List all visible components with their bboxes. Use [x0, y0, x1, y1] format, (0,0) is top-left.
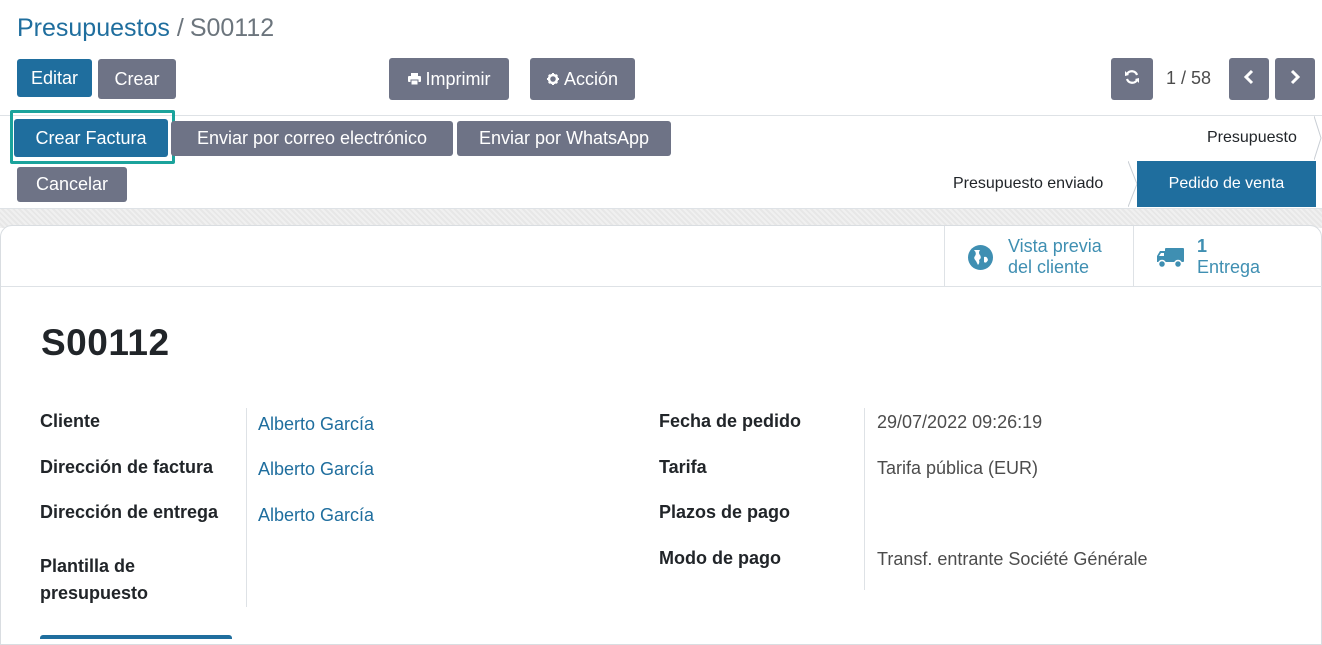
- gear-icon: [546, 69, 559, 90]
- invoice-address-label: Dirección de factura: [40, 457, 214, 477]
- next-section-button-edge[interactable]: [40, 635, 232, 639]
- smart-button-box: Vista previa del cliente 1 Entrega: [1, 226, 1322, 287]
- customer-value[interactable]: Alberto García: [258, 412, 374, 436]
- action-button[interactable]: Acción: [530, 58, 635, 100]
- breadcrumb: Presupuestos / S00112: [17, 12, 274, 44]
- print-button[interactable]: Imprimir: [389, 58, 509, 100]
- chevron-right-icon: [1289, 69, 1301, 90]
- stage-quotation-sent[interactable]: Presupuesto enviado: [953, 175, 1103, 193]
- right-field-divider: [864, 408, 865, 590]
- pricelist-label: Tarifa: [659, 457, 707, 477]
- left-field-divider: [246, 408, 247, 607]
- pager-previous-button[interactable]: [1229, 58, 1269, 100]
- breadcrumb-parent-link[interactable]: Presupuestos: [17, 14, 170, 42]
- cancel-button[interactable]: Cancelar: [17, 167, 127, 202]
- highlight-frame: [10, 110, 175, 164]
- cancel-label: Cancelar: [35, 174, 109, 194]
- record-title: S00112: [41, 322, 170, 363]
- delivery-text: 1 Entrega: [1197, 236, 1260, 278]
- delivery-button[interactable]: 1 Entrega: [1133, 226, 1322, 286]
- stage-sales-order[interactable]: Pedido de venta: [1137, 161, 1316, 207]
- customer-preview-text: Vista previa del cliente: [1008, 236, 1102, 278]
- control-panel: Presupuestos / S00112 Editar Crear Imprimi…: [0, 0, 1322, 115]
- invoice-address-value[interactable]: Alberto García: [258, 457, 374, 481]
- globe-icon: [967, 244, 994, 276]
- customer-label: Cliente: [40, 411, 101, 431]
- create-button-label: Crear: [114, 68, 160, 89]
- customer-preview-line1: Vista previa: [1008, 236, 1102, 256]
- pager-next-button[interactable]: [1275, 58, 1315, 100]
- delivery-label: Entrega: [1197, 257, 1261, 277]
- stage-quotation-edge: [1313, 115, 1322, 161]
- print-icon: [407, 69, 421, 90]
- delivery-address-label: Dirección de entrega: [40, 502, 219, 522]
- payment-terms-label: Plazos de pago: [659, 502, 791, 522]
- truck-icon: [1156, 246, 1185, 275]
- customer-preview-line2: del cliente: [1008, 257, 1090, 277]
- edit-button[interactable]: Editar: [17, 59, 92, 97]
- action-button-label: Acción: [563, 68, 619, 89]
- refresh-icon: [1124, 69, 1140, 90]
- stage-sales-order-label: Pedido de venta: [1168, 175, 1285, 192]
- delivery-count: 1: [1197, 236, 1208, 256]
- quote-template-label: Plantilla de presupuesto: [40, 556, 149, 603]
- send-email-button[interactable]: Enviar por correo electrónico: [171, 121, 453, 156]
- pricelist-value[interactable]: Tarifa pública (EUR): [877, 456, 1038, 480]
- send-email-label: Enviar por correo electrónico: [196, 128, 428, 148]
- breadcrumb-separator: /: [176, 14, 184, 42]
- send-whatsapp-button[interactable]: Enviar por WhatsApp: [457, 121, 671, 156]
- pager-value[interactable]: 1 / 58: [1166, 66, 1211, 90]
- breadcrumb-current: S00112: [189, 14, 275, 42]
- payment-mode-value[interactable]: Transf. entrante Société Générale: [877, 547, 1147, 571]
- chevron-left-icon: [1243, 69, 1255, 90]
- edit-button-label: Editar: [30, 67, 79, 88]
- send-whatsapp-label: Enviar por WhatsApp: [478, 128, 650, 148]
- customer-preview-button[interactable]: Vista previa del cliente: [944, 226, 1134, 286]
- order-date-label: Fecha de pedido: [659, 411, 802, 431]
- stage-quotation[interactable]: Presupuesto: [1207, 129, 1297, 147]
- order-date-value[interactable]: 29/07/2022 09:26:19: [877, 410, 1042, 434]
- payment-mode-label: Modo de pago: [659, 548, 781, 568]
- print-button-label: Imprimir: [425, 68, 491, 89]
- refresh-button[interactable]: [1111, 58, 1153, 100]
- delivery-address-value[interactable]: Alberto García: [258, 503, 374, 527]
- create-button[interactable]: Crear: [98, 59, 176, 99]
